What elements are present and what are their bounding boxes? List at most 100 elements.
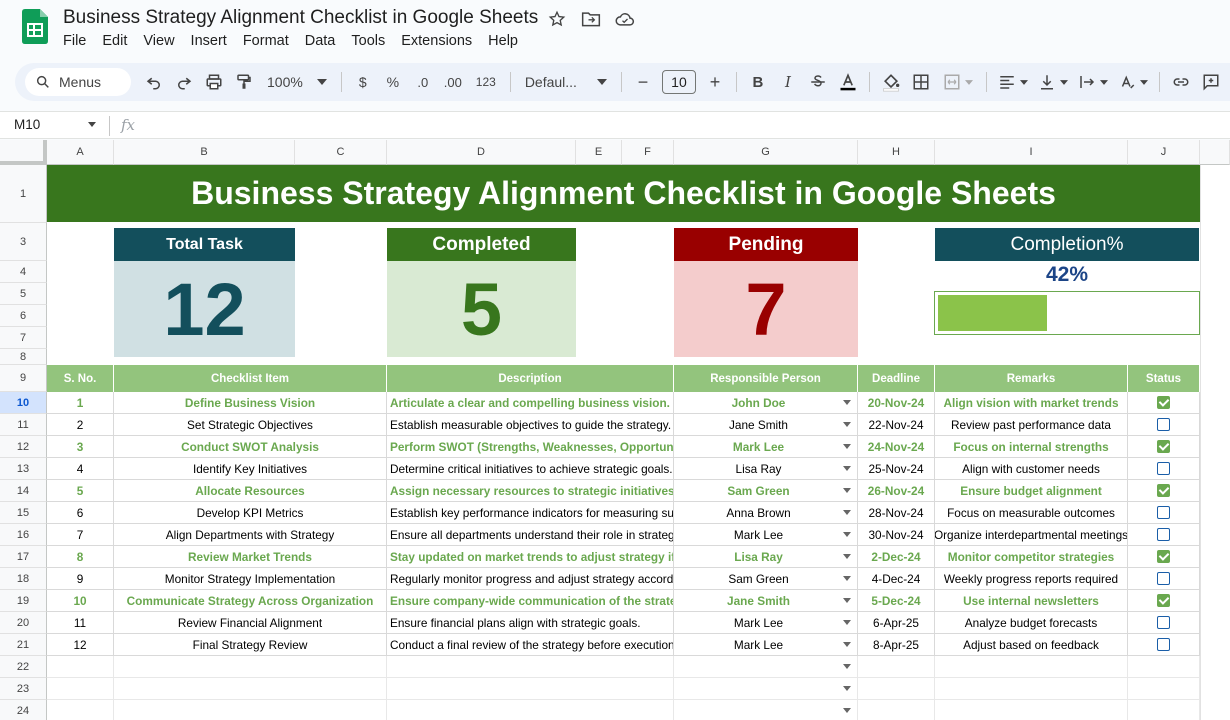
star-icon[interactable]: [546, 8, 568, 30]
column-header-c[interactable]: C: [295, 140, 387, 165]
redo-icon[interactable]: [169, 68, 199, 96]
column-header-b[interactable]: B: [114, 140, 295, 165]
row-header-3[interactable]: 3: [0, 223, 47, 261]
column-header-h[interactable]: H: [858, 140, 935, 165]
cell-responsible-person[interactable]: John Doe: [674, 392, 858, 414]
status-checkbox[interactable]: [1157, 462, 1170, 475]
chevron-down-icon[interactable]: [843, 664, 851, 669]
percent-format-button[interactable]: %: [378, 68, 408, 96]
font-size-input[interactable]: 10: [661, 70, 696, 94]
spreadsheet-grid[interactable]: Business Strategy Alignment Checklist in…: [0, 140, 1230, 720]
row-header-12[interactable]: 12: [0, 436, 47, 458]
cell-empty[interactable]: [674, 678, 858, 700]
chevron-down-icon[interactable]: [843, 422, 851, 427]
insert-link-icon[interactable]: [1166, 68, 1196, 96]
cell-status[interactable]: [1128, 524, 1200, 546]
cell-status[interactable]: [1128, 546, 1200, 568]
column-header-e[interactable]: E: [576, 140, 622, 165]
cell-responsible-person[interactable]: Sam Green: [674, 568, 858, 590]
cell-responsible-person[interactable]: Lisa Ray: [674, 458, 858, 480]
cell-responsible-person[interactable]: Mark Lee: [674, 436, 858, 458]
document-title[interactable]: Business Strategy Alignment Checklist in…: [63, 7, 538, 29]
select-all-corner[interactable]: [0, 140, 47, 165]
chevron-down-icon[interactable]: [843, 466, 851, 471]
cell-empty[interactable]: [674, 656, 858, 678]
cell-status[interactable]: [1128, 590, 1200, 612]
status-checkbox[interactable]: [1157, 484, 1170, 497]
column-header-i[interactable]: I: [935, 140, 1128, 165]
status-checkbox[interactable]: [1157, 638, 1170, 651]
status-checkbox[interactable]: [1157, 572, 1170, 585]
zoom-select[interactable]: 100%: [259, 68, 335, 96]
menu-edit[interactable]: Edit: [94, 33, 135, 49]
row-header-4[interactable]: 4: [0, 261, 47, 283]
move-folder-icon[interactable]: [580, 8, 602, 30]
status-checkbox[interactable]: [1157, 396, 1170, 409]
column-header-g[interactable]: G: [674, 140, 858, 165]
menu-view[interactable]: View: [135, 33, 182, 49]
row-header-6[interactable]: 6: [0, 305, 47, 327]
row-header-5[interactable]: 5: [0, 283, 47, 305]
fill-color-icon[interactable]: [876, 68, 906, 96]
status-checkbox[interactable]: [1157, 418, 1170, 431]
cell-status[interactable]: [1128, 634, 1200, 656]
chevron-down-icon[interactable]: [843, 708, 851, 713]
status-checkbox[interactable]: [1157, 440, 1170, 453]
row-header-14[interactable]: 14: [0, 480, 47, 502]
row-header-18[interactable]: 18: [0, 568, 47, 590]
row-header-7[interactable]: 7: [0, 327, 47, 349]
chevron-down-icon[interactable]: [843, 686, 851, 691]
row-header-20[interactable]: 20: [0, 612, 47, 634]
cell-status[interactable]: [1128, 480, 1200, 502]
chevron-down-icon[interactable]: [88, 122, 96, 127]
cell-status[interactable]: [1128, 414, 1200, 436]
menu-help[interactable]: Help: [480, 33, 526, 49]
cell-responsible-person[interactable]: Jane Smith: [674, 414, 858, 436]
sheets-logo-icon[interactable]: [22, 9, 48, 44]
borders-icon[interactable]: [906, 68, 936, 96]
status-checkbox[interactable]: [1157, 506, 1170, 519]
row-header-21[interactable]: 21: [0, 634, 47, 656]
cell-status[interactable]: [1128, 612, 1200, 634]
menu-extensions[interactable]: Extensions: [393, 33, 480, 49]
row-header-11[interactable]: 11: [0, 414, 47, 436]
row-header-13[interactable]: 13: [0, 458, 47, 480]
status-checkbox[interactable]: [1157, 616, 1170, 629]
menus-search-box[interactable]: Menus: [25, 68, 131, 96]
column-header-a[interactable]: A: [47, 140, 114, 165]
row-header-15[interactable]: 15: [0, 502, 47, 524]
cell-responsible-person[interactable]: Mark Lee: [674, 524, 858, 546]
row-header-24[interactable]: 24: [0, 700, 47, 720]
increase-decimal-button[interactable]: .00: [438, 68, 468, 96]
column-header-f[interactable]: F: [622, 140, 674, 165]
text-rotation-icon[interactable]: [1113, 68, 1153, 96]
name-box[interactable]: M10: [14, 117, 40, 132]
cloud-saved-icon[interactable]: [614, 8, 636, 30]
menu-format[interactable]: Format: [235, 33, 297, 49]
column-header-d[interactable]: D: [387, 140, 576, 165]
column-header-j[interactable]: J: [1128, 140, 1200, 165]
row-header-23[interactable]: 23: [0, 678, 47, 700]
decrease-decimal-button[interactable]: .0: [408, 68, 438, 96]
number-format-button[interactable]: 123: [468, 68, 504, 96]
menu-file[interactable]: File: [55, 33, 94, 49]
menu-tools[interactable]: Tools: [343, 33, 393, 49]
cell-status[interactable]: [1128, 458, 1200, 480]
cell-status[interactable]: [1128, 568, 1200, 590]
cell-responsible-person[interactable]: Anna Brown: [674, 502, 858, 524]
chevron-down-icon[interactable]: [843, 444, 851, 449]
currency-format-button[interactable]: $: [348, 68, 378, 96]
merge-cells-icon[interactable]: [936, 68, 980, 96]
row-header-8[interactable]: 8: [0, 349, 47, 365]
menu-insert[interactable]: Insert: [183, 33, 235, 49]
italic-button[interactable]: I: [773, 68, 803, 96]
cell-responsible-person[interactable]: Mark Lee: [674, 612, 858, 634]
row-header-19[interactable]: 19: [0, 590, 47, 612]
cell-responsible-person[interactable]: Sam Green: [674, 480, 858, 502]
text-wrapping-icon[interactable]: [1073, 68, 1113, 96]
chevron-down-icon[interactable]: [843, 642, 851, 647]
decrease-font-size-button[interactable]: −: [628, 68, 658, 96]
row-header-1[interactable]: 1: [0, 165, 47, 223]
row-header-16[interactable]: 16: [0, 524, 47, 546]
status-checkbox[interactable]: [1157, 550, 1170, 563]
